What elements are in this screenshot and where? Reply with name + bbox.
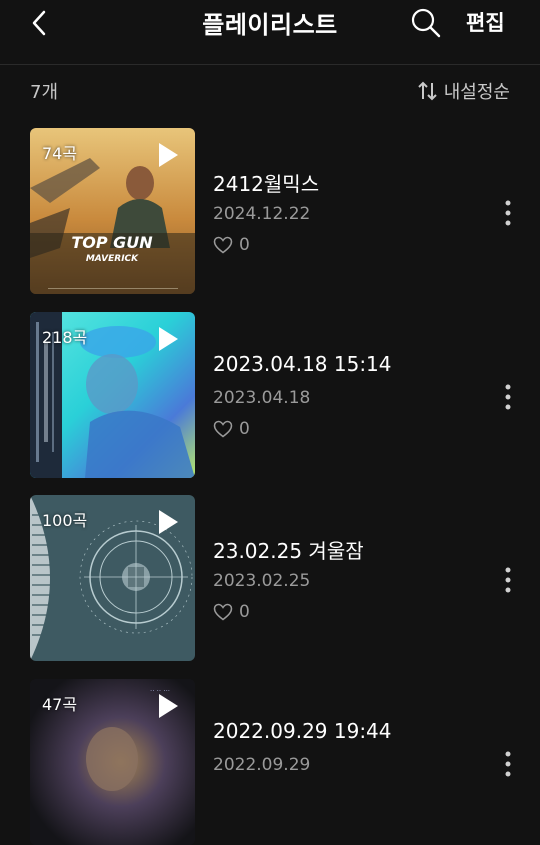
playlist-cover[interactable]: 100곡 [30, 495, 195, 661]
playlist-item[interactable]: 218곡 2023.04.18 15:14 2023.04.18 0 [0, 312, 540, 478]
heart-icon[interactable] [213, 236, 233, 254]
track-count: 47곡 [42, 695, 78, 714]
playlist-item[interactable]: ·· ·· ··· 47곡 2022.09.29 19:44 2022.09.2… [0, 679, 540, 845]
playlist-date: 2024.12.22 [213, 204, 311, 224]
playlist-item[interactable]: TOP GUN MAVERICK 74곡 2412월믹스 2024.12.22 … [0, 128, 540, 294]
playlist-date: 2023.02.25 [213, 571, 311, 591]
play-icon[interactable] [157, 326, 179, 352]
sort-label: 내설정순 [443, 82, 510, 103]
like-section: 0 [213, 602, 250, 622]
play-icon[interactable] [157, 693, 179, 719]
playlist-date: 2022.09.29 [213, 755, 311, 775]
like-section: 0 [213, 419, 250, 439]
playlist-name[interactable]: 23.02.25 겨울잠 [213, 535, 364, 564]
like-section: 0 [213, 235, 250, 255]
header-divider [0, 64, 540, 65]
playlist-name[interactable]: 2022.09.29 19:44 [213, 719, 392, 743]
more-options-icon[interactable] [498, 382, 518, 412]
more-options-icon[interactable] [498, 565, 518, 595]
edit-button[interactable]: 편집 [466, 7, 505, 37]
more-options-icon[interactable] [498, 198, 518, 228]
playlist-date: 2023.04.18 [213, 388, 311, 408]
sort-arrows-icon [418, 81, 437, 101]
heart-icon[interactable] [213, 603, 233, 621]
playlist-name[interactable]: 2412월믹스 [213, 168, 319, 197]
playlist-cover[interactable]: ·· ·· ··· 47곡 [30, 679, 195, 845]
app-header: 플레이리스트 편집 [0, 0, 540, 64]
svg-text:TOP GUN: TOP GUN [71, 233, 153, 252]
page-title: 플레이리스트 [202, 11, 338, 39]
play-icon[interactable] [157, 509, 179, 535]
like-count: 0 [239, 235, 250, 255]
svg-text:MAVERICK: MAVERICK [86, 254, 139, 264]
like-count: 0 [239, 602, 250, 622]
play-icon[interactable] [157, 142, 179, 168]
search-icon[interactable] [410, 6, 442, 40]
playlist-cover[interactable]: 218곡 [30, 312, 195, 478]
like-count: 0 [239, 419, 250, 439]
track-count: 74곡 [42, 144, 78, 163]
more-options-icon[interactable] [498, 749, 518, 779]
playlist-count: 7개 [30, 82, 59, 103]
playlist-item[interactable]: 100곡 23.02.25 겨울잠 2023.02.25 0 [0, 495, 540, 661]
heart-icon[interactable] [213, 420, 233, 438]
sort-button[interactable]: 내설정순 [417, 78, 510, 104]
track-count: 218곡 [42, 328, 88, 347]
playlist-name[interactable]: 2023.04.18 15:14 [213, 352, 392, 376]
track-count: 100곡 [42, 511, 88, 530]
playlist-cover[interactable]: TOP GUN MAVERICK 74곡 [30, 128, 195, 294]
